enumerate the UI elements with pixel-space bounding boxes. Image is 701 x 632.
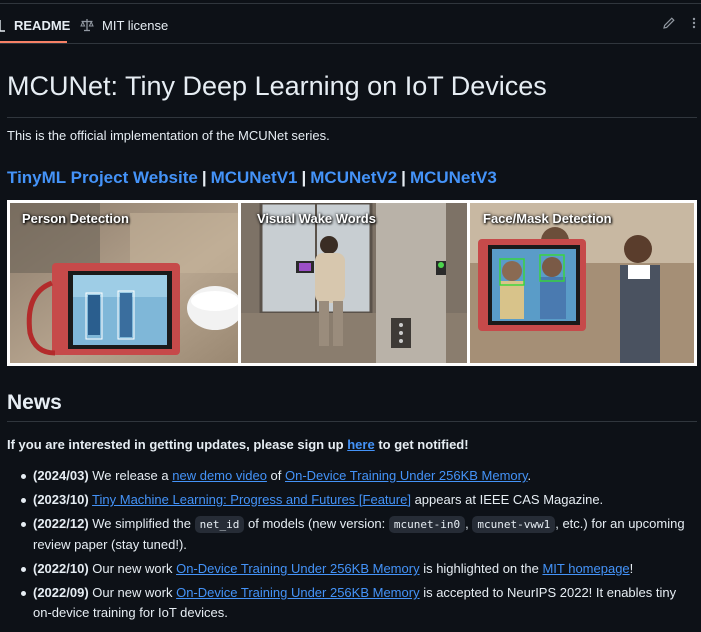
news-text: of <box>266 468 285 483</box>
top-divider <box>0 3 701 4</box>
news-divider <box>7 421 697 422</box>
tab-readme-label: README <box>14 17 71 33</box>
inline-code: mcunet-in0 <box>388 516 466 533</box>
inline-code: mcunet-vww1 <box>472 516 556 533</box>
more-options-button[interactable] <box>691 16 701 32</box>
readme-page: README MIT license MCUNet: Tiny Deep Lea… <box>0 0 701 632</box>
edit-file-button[interactable] <box>662 16 678 32</box>
link-separator: | <box>201 168 207 187</box>
tinyml-progress-futures-link[interactable]: Tiny Machine Learning: Progress and Futu… <box>92 492 411 507</box>
panel-label: Visual Wake Words <box>257 211 376 226</box>
link-separator: | <box>301 168 307 187</box>
active-tab-indicator <box>0 41 67 43</box>
news-heading: News <box>7 391 62 414</box>
news-date: (2022/09) <box>33 585 89 600</box>
face-mask-detection-panel: Face/Mask Detection <box>470 203 694 363</box>
signup-text: If you are interested in getting updates… <box>7 437 469 452</box>
signup-here-link[interactable]: here <box>347 437 374 452</box>
news-item: (2022/09) Our new work On-Device Trainin… <box>0 583 697 623</box>
on-device-training-link[interactable]: On-Device Training Under 256KB Memory <box>176 561 420 576</box>
mit-homepage-link[interactable]: MIT homepage <box>542 561 629 576</box>
link-mcunetv3[interactable]: MCUNetV3 <box>410 168 497 187</box>
bullet <box>21 498 26 503</box>
title-divider <box>7 117 697 118</box>
face-mask-detection-photo <box>470 203 694 363</box>
link-mcunetv2[interactable]: MCUNetV2 <box>310 168 397 187</box>
news-date: (2024/03) <box>33 468 89 483</box>
bullet <box>21 474 26 479</box>
person-detection-panel: Person Detection <box>10 203 238 363</box>
news-date: (2023/10) <box>33 492 89 507</box>
news-text: is highlighted on the <box>419 561 543 576</box>
news-item: (2022/10) Our new work On-Device Trainin… <box>0 559 697 579</box>
visual-wake-words-photo <box>241 203 467 363</box>
bullet <box>21 567 26 572</box>
tab-mit-license[interactable]: MIT license <box>80 14 168 36</box>
bullet <box>21 522 26 527</box>
news-item: (2023/10) Tiny Machine Learning: Progres… <box>0 490 697 510</box>
book-icon <box>0 19 6 32</box>
link-tinyml-website[interactable]: TinyML Project Website <box>7 168 198 187</box>
demo-banner-image: Person Detection Visual Wake Words Face/… <box>7 200 697 366</box>
tab-mit-license-label: MIT license <box>102 17 169 33</box>
panel-label: Person Detection <box>22 211 129 226</box>
link-separator: | <box>401 168 406 187</box>
link-mcunetv1[interactable]: MCUNetV1 <box>211 168 298 187</box>
readme-tab-bar: README MIT license <box>0 0 701 44</box>
on-device-training-link[interactable]: On-Device Training Under 256KB Memory <box>285 468 528 483</box>
news-text: ! <box>629 561 634 576</box>
tab-readme[interactable]: README <box>0 14 70 36</box>
news-text: We simplified the <box>88 516 195 531</box>
news-date: (2022/10) <box>33 561 89 576</box>
news-item: (2022/12) We simplified the net_id of mo… <box>0 514 697 555</box>
project-links: TinyML Project Website | MCUNetV1 | MCUNetV2… <box>7 168 497 188</box>
kebab-menu-icon <box>692 17 696 29</box>
news-text: Our new work <box>88 561 177 576</box>
signup-suffix: to get notified! <box>374 437 469 452</box>
new-demo-video-link[interactable]: new demo video <box>172 468 267 483</box>
page-title: MCUNet: Tiny Deep Learning on IoT Device… <box>7 71 547 101</box>
news-text: Our new work <box>88 585 177 600</box>
news-text: of models (new version: <box>244 516 389 531</box>
bullet <box>21 591 26 596</box>
intro-text: This is the official implementation of t… <box>7 128 330 143</box>
panel-label: Face/Mask Detection <box>483 211 612 226</box>
news-item: (2024/03) We release a new demo video of… <box>0 466 697 486</box>
news-text: We release a <box>88 468 173 483</box>
visual-wake-words-panel: Visual Wake Words <box>241 203 467 363</box>
news-list: (2024/03) We release a new demo video of… <box>0 466 697 627</box>
signup-prefix: If you are interested in getting updates… <box>7 437 348 452</box>
scale-icon <box>80 18 94 32</box>
person-detection-photo <box>10 203 238 363</box>
on-device-training-link[interactable]: On-Device Training Under 256KB Memory <box>176 585 420 600</box>
news-text: . <box>527 468 532 483</box>
news-date: (2022/12) <box>33 516 89 531</box>
news-text: appears at IEEE CAS Magazine. <box>410 492 604 507</box>
pencil-icon <box>663 17 675 29</box>
inline-code: net_id <box>194 516 245 533</box>
